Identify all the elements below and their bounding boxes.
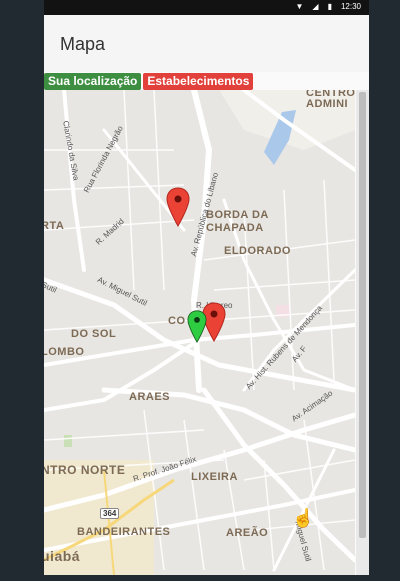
- map-label-borda-da: BORDA DA: [206, 209, 269, 221]
- scrollbar-thumb[interactable]: [359, 92, 366, 538]
- legend-your-location: Sua localização: [44, 73, 142, 90]
- map-label-araes: ARAES: [129, 391, 171, 403]
- map-label-bandeirantes: BANDEIRANTES: [77, 526, 171, 538]
- status-time: 12:30: [340, 2, 361, 11]
- page-title: Mapa: [60, 34, 106, 54]
- map-label-do-sol: DO SOL: [71, 328, 117, 340]
- signal-icon: ◢: [312, 2, 319, 11]
- status-bar: ▼ ◢ ▮ 12:30: [44, 0, 369, 15]
- map-label-chapada: CHAPADA: [206, 222, 264, 234]
- map-pin-green-icon[interactable]: [187, 310, 207, 343]
- road-number-badge: 364: [100, 508, 120, 519]
- map-legend: Sua localização Estabelecimentos: [44, 73, 254, 90]
- phone-screen: ▼ ◢ ▮ 12:30 Mapa Sua localização Estabel…: [44, 0, 369, 575]
- map-label-centro-norte: NTRO NORTE: [44, 463, 126, 477]
- map-pin-red-icon[interactable]: [166, 187, 190, 227]
- map-scrollbar[interactable]: [356, 90, 369, 575]
- map-label-lixeira: LIXEIRA: [191, 471, 238, 483]
- legend-establishments: Estabelecimentos: [143, 73, 254, 90]
- map-label-eldorado: ELDORADO: [224, 245, 291, 257]
- map-view[interactable]: BORDA DA CHAPADA ELDORADO ARAES LIXEIRA …: [44, 90, 355, 575]
- map-label-co: CO: [168, 315, 186, 327]
- map-label-rta: RTA: [44, 220, 65, 232]
- map-label-lombo: LOMBO: [44, 346, 85, 358]
- map-label-areao: AREÃO: [226, 527, 269, 539]
- map-label-admini: ADMINI: [306, 98, 349, 110]
- app-bar: Mapa: [44, 15, 369, 72]
- map-label-cuiaba: uiabá: [44, 548, 81, 564]
- battery-icon: ▮: [327, 2, 332, 11]
- hand-cursor-icon: ☝: [292, 508, 315, 528]
- wifi-icon: ▼: [295, 2, 304, 11]
